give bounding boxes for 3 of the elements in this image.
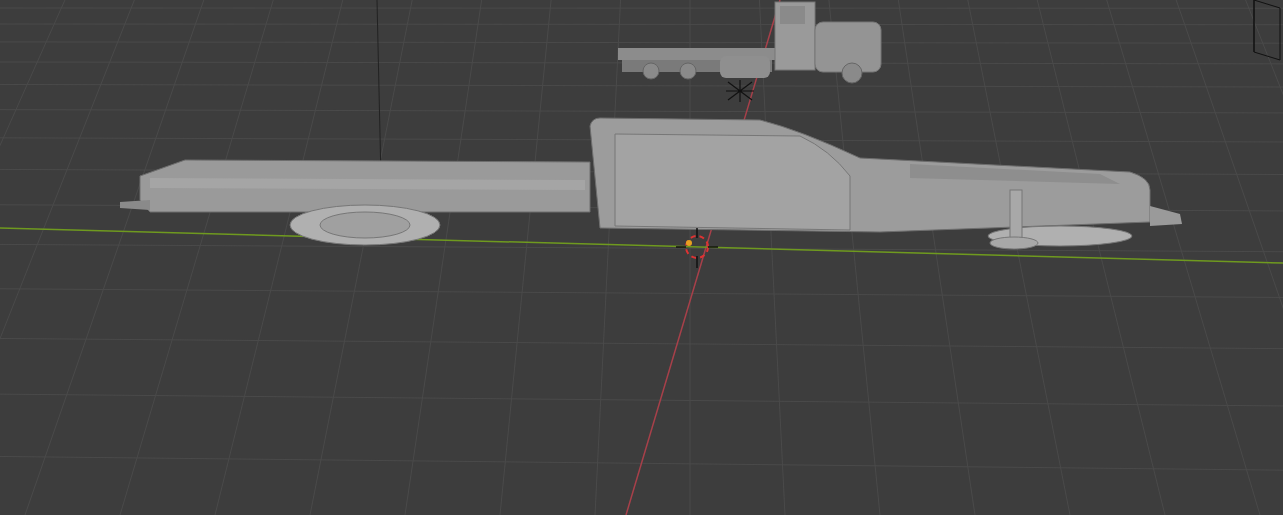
origin-marker-icon bbox=[725, 79, 755, 103]
cube-outline-drawing bbox=[1253, 0, 1281, 61]
3d-cursor-icon bbox=[675, 227, 719, 269]
